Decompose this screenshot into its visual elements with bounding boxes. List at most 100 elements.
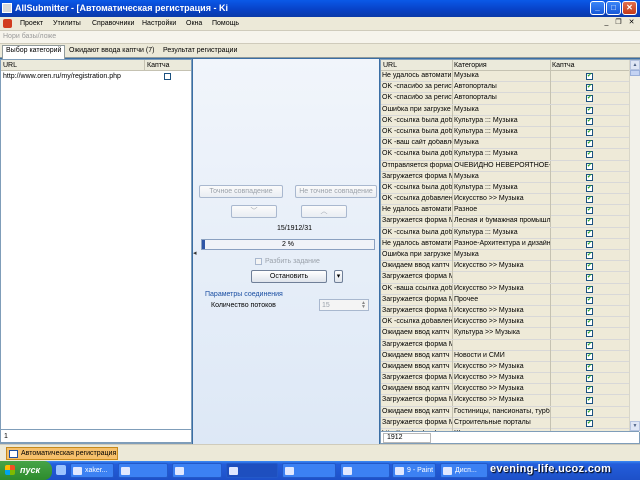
table-row[interactable]: Загружается форма М Искусство >> Музыка ✔ (381, 373, 629, 385)
taskbar-item[interactable] (282, 463, 336, 478)
captcha-checkbox[interactable]: ✔ (586, 296, 593, 304)
table-row[interactable]: OK -ссылка добавлен Искусство >> Музыка ✔ (381, 317, 629, 329)
captcha-checkbox[interactable]: ✔ (586, 207, 593, 215)
taskbar-item[interactable] (172, 463, 222, 478)
menu-utilities[interactable]: Утилиты (53, 20, 81, 27)
taskbar-item-task-manager[interactable]: Дисп... (440, 463, 488, 478)
table-row[interactable]: OK -спасибо за регист Автопорталы ✔ (381, 93, 629, 105)
mdi-minimize-button[interactable]: _ (602, 19, 611, 28)
mdi-restore-button[interactable]: ❐ (614, 19, 623, 28)
table-row[interactable]: Загружается форма М Лесная и бумажная про… (381, 216, 629, 228)
menu-project[interactable]: Проект (20, 20, 43, 27)
captcha-checkbox[interactable]: ✔ (586, 397, 593, 405)
column-captcha[interactable]: Каптча (147, 62, 170, 69)
column-status[interactable]: URL (383, 62, 397, 69)
captcha-checkbox[interactable]: ✔ (586, 274, 593, 282)
table-row[interactable]: OK -ссылка была доб. Культура ::: Музыка ✔ (381, 126, 629, 139)
table-row[interactable]: Ожидаем ввод каптч Искусство >> Музыка ✔ (381, 261, 629, 273)
scroll-thumb[interactable] (630, 70, 640, 76)
captcha-checkbox[interactable]: ✔ (586, 128, 593, 136)
taskbar-item[interactable] (118, 463, 168, 478)
table-row[interactable]: OK -ссылка была доб. Культура ::: Музыка ✔ (381, 182, 629, 195)
document-icon[interactable] (3, 19, 12, 28)
table-row[interactable]: OK -ссылка была доб. Культура ::: Музыка ✔ (381, 115, 629, 127)
table-row[interactable]: Загружается форма М ✔ (381, 272, 629, 284)
exact-match-button[interactable]: Точное совпадение (199, 185, 283, 198)
captcha-checkbox[interactable]: ✔ (586, 386, 593, 394)
captcha-checkbox[interactable] (164, 73, 171, 80)
stop-dropdown-button[interactable]: ▾ (334, 270, 343, 283)
captcha-checkbox[interactable]: ✔ (586, 229, 593, 237)
captcha-checkbox[interactable]: ✔ (586, 117, 593, 125)
database-field[interactable]: Нори базы/ложе (0, 31, 640, 44)
captcha-checkbox[interactable]: ✔ (586, 330, 593, 338)
captcha-checkbox[interactable]: ✔ (586, 218, 593, 226)
table-row[interactable]: Ожидаем ввод каптч Гостиницы, пансионаты,… (381, 406, 629, 418)
table-row[interactable]: Загружается форма М Строительные порталы ✔ (381, 417, 629, 429)
stop-button[interactable]: Остановить (251, 270, 327, 283)
taskbar-item[interactable] (226, 463, 278, 478)
captcha-checkbox[interactable]: ✔ (586, 363, 593, 371)
captcha-checkbox[interactable]: ✔ (586, 184, 593, 192)
captcha-checkbox[interactable]: ✔ (586, 84, 593, 92)
tab-awaiting-captcha[interactable]: Ожидают ввода каптчи (7) (66, 46, 157, 58)
inexact-match-button[interactable]: Не точное совпадение (295, 185, 377, 198)
menu-references[interactable]: Справочники (92, 20, 134, 27)
captcha-checkbox[interactable]: ✔ (586, 341, 593, 349)
table-row[interactable]: Ошибка при загрузке Музыка ✔ (381, 104, 629, 116)
captcha-checkbox[interactable]: ✔ (586, 319, 593, 327)
menu-help[interactable]: Помощь (212, 20, 239, 27)
table-row[interactable]: http://www.oren.ru/my/registration.php (1, 72, 191, 82)
title-bar[interactable]: AllSubmitter - [Автоматическая регистрац… (0, 0, 640, 17)
table-row[interactable]: OK -спасибо за регист Автопорталы ✔ (381, 82, 629, 94)
tab-registration-result[interactable]: Результат регистрации (160, 46, 240, 58)
captcha-checkbox[interactable]: ✔ (586, 73, 593, 80)
table-row[interactable]: Загружается форма М ✔ (381, 339, 629, 351)
captcha-checkbox[interactable]: ✔ (586, 375, 593, 383)
table-row[interactable]: Отправляется форма ОЧЕВИДНО НЕВЕРОЯТНОЕ- ✔ (381, 160, 629, 172)
collapse-arrow-icon[interactable]: ◂ (193, 249, 197, 263)
captcha-checkbox[interactable]: ✔ (586, 95, 593, 103)
start-button[interactable]: пуск (0, 461, 52, 480)
table-row[interactable]: Ожидаем ввод каптч Искусство >> Музыка ✔ (381, 361, 629, 374)
table-row[interactable]: Ошибка при загрузке Музыка ✔ (381, 250, 629, 262)
taskbar-item[interactable] (340, 463, 390, 478)
table-row[interactable]: Ожидаем ввод каптч Новости и СМИ ✔ (381, 350, 629, 362)
captcha-checkbox[interactable]: ✔ (586, 162, 593, 170)
captcha-checkbox[interactable]: ✔ (586, 240, 593, 248)
captcha-checkbox[interactable]: ✔ (586, 419, 593, 427)
table-row[interactable]: Не удалось автомати Разное ✔ (381, 205, 629, 217)
quicklaunch-icon[interactable] (56, 465, 66, 475)
split-task-checkbox[interactable] (255, 258, 262, 265)
minimize-button[interactable]: _ (590, 1, 605, 15)
table-row[interactable]: OK -ваш сайт добавле Музыка ✔ (381, 138, 629, 150)
captcha-checkbox[interactable]: ✔ (586, 140, 593, 148)
table-row[interactable]: Ожидаем ввод каптч Культура >> Музыка ✔ (381, 328, 629, 340)
captcha-checkbox[interactable]: ✔ (586, 196, 593, 204)
scroll-down-icon[interactable]: ▼ (630, 421, 640, 431)
table-row[interactable]: OK -ссылка была доб. Культура ::: Музыка ✔ (381, 227, 629, 239)
maximize-button[interactable]: □ (606, 1, 621, 15)
table-row[interactable]: Загружается форма М Искусство >> Музыка ✔ (381, 395, 629, 407)
taskbar-item-xaker[interactable]: xaker... (70, 463, 114, 478)
captcha-checkbox[interactable]: ✔ (586, 285, 593, 293)
table-row[interactable]: Ожидаем ввод каптч Искусство >> Музыка ✔ (381, 384, 629, 396)
captcha-checkbox[interactable]: ✔ (586, 106, 593, 114)
move-down-button[interactable]: ﹀ (231, 205, 277, 218)
table-row[interactable]: Загружается форма М Музыка ✔ (381, 171, 629, 183)
column-url[interactable]: URL (3, 62, 17, 69)
tab-category-select[interactable]: Выбор категорий (2, 45, 66, 59)
table-row[interactable]: Загружается форма М Искусство >> Музыка ✔ (381, 305, 629, 318)
threads-spinner[interactable]: 15 ▲ ▼ (319, 299, 369, 311)
captcha-checkbox[interactable]: ✔ (586, 352, 593, 360)
scroll-up-icon[interactable]: ▲ (630, 60, 640, 70)
menu-windows[interactable]: Окна (186, 20, 202, 27)
column-category[interactable]: Категория (454, 62, 487, 69)
captcha-checkbox[interactable]: ✔ (586, 263, 593, 271)
results-scrollbar[interactable]: ▲ ▼ (629, 60, 640, 432)
table-row[interactable]: Не удалось автомати Разное-Архитектура и … (381, 238, 629, 250)
captcha-checkbox[interactable]: ✔ (586, 408, 593, 416)
table-row[interactable]: Не удалось автомати Музыка ✔ (381, 71, 629, 83)
table-row[interactable]: OK -ссылка была доб. Культура ::: Музыка ✔ (381, 149, 629, 161)
spinner-arrows-icon[interactable]: ▲ ▼ (360, 301, 367, 310)
